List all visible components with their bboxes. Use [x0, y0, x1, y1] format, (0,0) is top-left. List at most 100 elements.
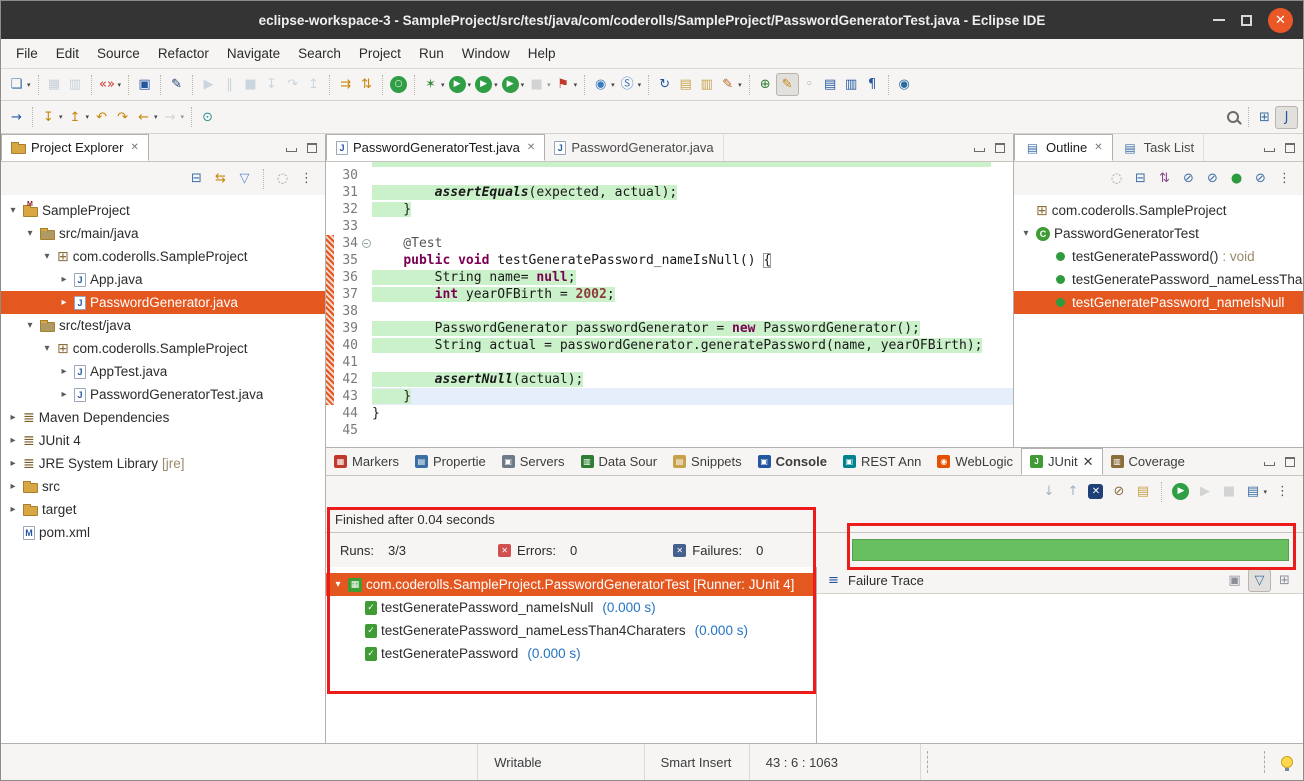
next-edit-location-icon[interactable]: ↷: [112, 107, 133, 128]
code-line[interactable]: 31 assertEquals(expected, actual);: [326, 184, 1013, 201]
new-wizard-icon[interactable]: ❏▾: [6, 74, 33, 95]
rest-list-icon[interactable]: ▥: [841, 74, 862, 95]
forward-history-icon[interactable]: →▾: [160, 107, 187, 128]
tree-item[interactable]: ▸JPasswordGenerator.java: [1, 291, 325, 314]
tree-item[interactable]: ▸JAppTest.java: [1, 360, 325, 383]
filter-stack-trace-icon[interactable]: ▽: [1248, 569, 1271, 592]
tree-item[interactable]: ▸≣JUnit 4: [1, 429, 325, 452]
minimize-view-icon[interactable]: [974, 148, 985, 152]
annotation-dot-icon[interactable]: ◦: [799, 74, 820, 95]
focus-icon[interactable]: ◌: [272, 168, 293, 189]
view-menu-icon[interactable]: ⋮: [1274, 168, 1295, 189]
tab-junit[interactable]: JJUnit✕: [1021, 448, 1103, 475]
hide-static-icon[interactable]: ⊘: [1202, 168, 1223, 189]
minimize-view-icon[interactable]: [1264, 462, 1275, 466]
tree-item[interactable]: ▸src: [1, 475, 325, 498]
tip-lightbulb-icon[interactable]: [1281, 756, 1293, 768]
code-line[interactable]: 32 }: [326, 201, 1013, 218]
tab-data-sour[interactable]: ▥Data Sour: [573, 448, 666, 475]
close-view-icon[interactable]: ✕: [130, 142, 138, 153]
magic-wand-icon[interactable]: ✎▾: [717, 74, 744, 95]
plug-icon[interactable]: ⊕: [755, 74, 776, 95]
close-tab-icon[interactable]: ✕: [527, 142, 535, 153]
tab-rest-ann[interactable]: ▣REST Ann: [835, 448, 929, 475]
menu-run[interactable]: Run: [410, 39, 453, 68]
editor-tab[interactable]: JPasswordGeneratorTest.java✕: [326, 134, 545, 161]
tab-servers[interactable]: ▣Servers: [494, 448, 573, 475]
pin-editor-icon[interactable]: ⊙: [197, 107, 218, 128]
tab-project-explorer[interactable]: Project Explorer ✕: [1, 134, 149, 161]
code-line[interactable]: 38: [326, 303, 1013, 320]
search-icon[interactable]: [1223, 107, 1243, 127]
code-line[interactable]: 41: [326, 354, 1013, 371]
tab-markers[interactable]: ▦Markers: [326, 448, 407, 475]
tab-outline[interactable]: ▤Outline✕: [1014, 134, 1113, 161]
rerun-failed-icon[interactable]: ▶: [1194, 481, 1215, 502]
open-perspective-icon[interactable]: ⊞: [1254, 107, 1275, 128]
code-line[interactable]: 37 int yearOFBirth = 2002;: [326, 286, 1013, 303]
close-view-icon[interactable]: ✕: [1094, 142, 1102, 153]
tree-item[interactable]: ▸JPasswordGeneratorTest.java: [1, 383, 325, 406]
menu-refactor[interactable]: Refactor: [149, 39, 218, 68]
expand-arrow-icon[interactable]: ▸: [7, 412, 19, 423]
collapse-arrow-icon[interactable]: ▾: [24, 228, 36, 239]
tree-item[interactable]: testGeneratePassword_nameLessThan4Charat…: [1014, 268, 1303, 291]
collapse-all-icon[interactable]: ⊟: [1130, 168, 1151, 189]
step-return-icon[interactable]: ↥: [303, 74, 324, 95]
show-whitespace-icon[interactable]: ¶: [862, 74, 883, 95]
open-type-icon[interactable]: ▤: [675, 74, 696, 95]
sort-icon[interactable]: ⇅: [1154, 168, 1175, 189]
step-filters-icon[interactable]: ⇅: [356, 74, 377, 95]
view-menu-icon[interactable]: ⋮: [296, 168, 317, 189]
maximize-view-icon[interactable]: [995, 143, 1005, 153]
stop-launch-icon[interactable]: ■▾: [526, 74, 553, 95]
code-line[interactable]: 44}: [326, 405, 1013, 422]
menu-edit[interactable]: Edit: [47, 39, 88, 68]
menu-window[interactable]: Window: [453, 39, 519, 68]
expand-arrow-icon[interactable]: ▸: [7, 504, 19, 515]
tree-item[interactable]: ✓testGeneratePassword(0.000 s): [326, 642, 816, 665]
debug-icon[interactable]: ✶▾: [420, 74, 447, 95]
minimize-view-icon[interactable]: [286, 148, 297, 152]
public-only-icon[interactable]: ●: [1226, 168, 1247, 189]
tab-snippets[interactable]: ▤Snippets: [665, 448, 750, 475]
filter-icon[interactable]: ▽: [234, 168, 255, 189]
run-icon[interactable]: ▶▾: [447, 74, 474, 95]
tab-weblogic[interactable]: ◉WebLogic: [929, 448, 1021, 475]
new-server-icon[interactable]: ◉▾: [590, 74, 617, 95]
view-menu-icon[interactable]: ⋮: [1272, 481, 1293, 502]
step-into-icon[interactable]: ↧: [261, 74, 282, 95]
collapse-arrow-icon[interactable]: ▾: [41, 343, 53, 354]
tab-console[interactable]: ▣Console: [750, 448, 835, 475]
show-stack-in-console-icon[interactable]: ⊞: [1274, 569, 1295, 592]
menu-help[interactable]: Help: [519, 39, 565, 68]
save-icon[interactable]: ▦: [44, 74, 65, 95]
tree-item[interactable]: ▾⊞com.coderolls.SampleProject: [1, 245, 325, 268]
tab-task-list[interactable]: ▤Task List: [1113, 134, 1205, 161]
coverage-run-icon[interactable]: ▶▾: [473, 74, 500, 95]
coverage-launch-icon[interactable]: «»▾: [97, 74, 124, 95]
compare-result-icon[interactable]: ▣: [1224, 569, 1245, 592]
collapse-arrow-icon[interactable]: ▾: [7, 205, 19, 216]
code-line[interactable]: 43 }: [326, 388, 1013, 405]
previous-annotation-icon[interactable]: ↥▾: [65, 107, 92, 128]
ant-build-icon[interactable]: ↻: [654, 74, 675, 95]
launch-shortcut-icon[interactable]: →: [6, 107, 27, 128]
tree-item[interactable]: ▸≣Maven Dependencies: [1, 406, 325, 429]
rerun-test-icon[interactable]: ▶: [1170, 481, 1191, 502]
editor-tab[interactable]: JPasswordGenerator.java: [545, 134, 723, 161]
menu-source[interactable]: Source: [88, 39, 149, 68]
code-line[interactable]: 42 assertNull(actual);: [326, 371, 1013, 388]
tab-coverage[interactable]: ▥Coverage: [1103, 448, 1193, 475]
tree-item[interactable]: ▾CPasswordGeneratorTest: [1014, 222, 1303, 245]
menu-project[interactable]: Project: [350, 39, 410, 68]
profile-run-icon[interactable]: ▶▾: [500, 74, 527, 95]
hide-local-types-icon[interactable]: ⊘: [1250, 168, 1271, 189]
close-icon[interactable]: ✕: [1268, 8, 1293, 33]
next-annotation-icon[interactable]: ↧▾: [38, 107, 65, 128]
open-console-icon[interactable]: ▣: [134, 74, 155, 95]
run-to-line-icon[interactable]: ⇉: [335, 74, 356, 95]
minimize-view-icon[interactable]: [1264, 148, 1275, 152]
code-line[interactable]: 36 String name= null;: [326, 269, 1013, 286]
tree-item[interactable]: ▸target: [1, 498, 325, 521]
